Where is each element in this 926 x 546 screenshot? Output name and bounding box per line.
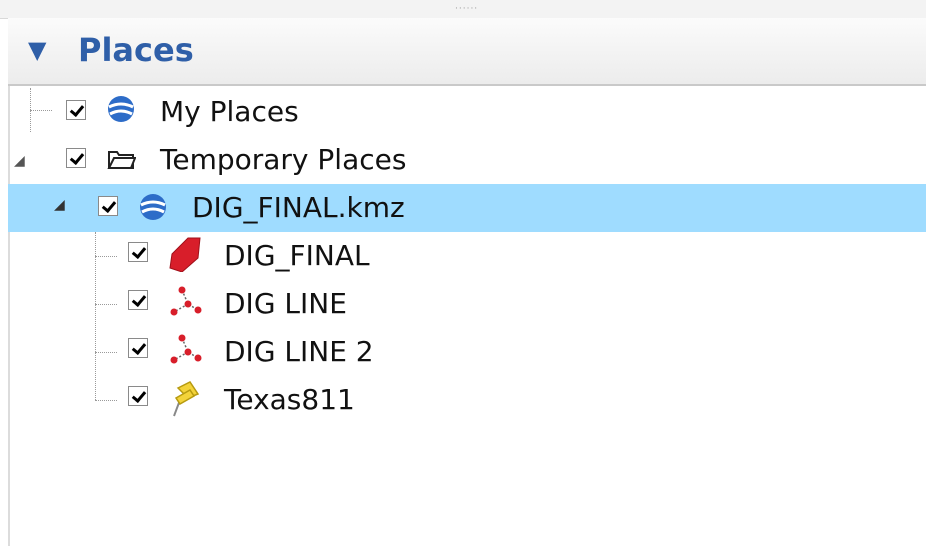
dig-line-2-checkbox[interactable] — [128, 338, 148, 358]
tree-item-texas811[interactable]: Texas811 — [8, 376, 926, 424]
temporary-places-checkbox[interactable] — [66, 148, 86, 168]
globe-icon — [140, 194, 166, 220]
dig-final-checkbox[interactable] — [128, 242, 148, 262]
places-header[interactable]: ▼ Places — [8, 18, 926, 86]
tree-item-label: Texas811 — [224, 383, 355, 416]
dig-final-kmz-checkbox[interactable] — [98, 196, 118, 216]
panel-resize-strip[interactable]: ······ — [0, 0, 926, 19]
path-icon — [170, 286, 202, 316]
dig-line-checkbox[interactable] — [128, 290, 148, 310]
resize-grip-icon[interactable]: ······ — [455, 5, 478, 14]
tree-item-temporary-places[interactable]: ◢ Temporary Places — [8, 136, 926, 184]
texas811-checkbox[interactable] — [128, 386, 148, 406]
tree-item-dig-final[interactable]: DIG_FINAL — [8, 232, 926, 280]
panel-title: Places — [78, 31, 194, 69]
tree-item-dig-final-kmz[interactable]: ◢ DIG_FINAL.kmz — [8, 184, 926, 232]
tree-item-label: DIG LINE 2 — [224, 335, 374, 368]
tree-item-label: DIG_FINAL.kmz — [192, 191, 405, 224]
tree-item-label: DIG_FINAL — [224, 239, 370, 272]
expand-arrow-icon[interactable]: ◢ — [14, 154, 25, 168]
expand-arrow-icon[interactable]: ◢ — [54, 198, 65, 212]
globe-icon — [108, 96, 134, 122]
pushpin-icon — [173, 381, 200, 417]
tree-item-label: Temporary Places — [160, 143, 407, 176]
tree-item-label: DIG LINE — [224, 287, 347, 320]
collapse-triangle-icon[interactable]: ▼ — [28, 38, 46, 62]
tree-item-dig-line-2[interactable]: DIG LINE 2 — [8, 328, 926, 376]
path-icon — [170, 334, 202, 364]
tree-item-label: My Places — [160, 95, 299, 128]
tree-item-my-places[interactable]: My Places — [8, 88, 926, 136]
folder-icon — [107, 151, 136, 169]
polygon-icon — [169, 237, 201, 272]
tree-item-dig-line[interactable]: DIG LINE — [8, 280, 926, 328]
my-places-checkbox[interactable] — [66, 100, 86, 120]
